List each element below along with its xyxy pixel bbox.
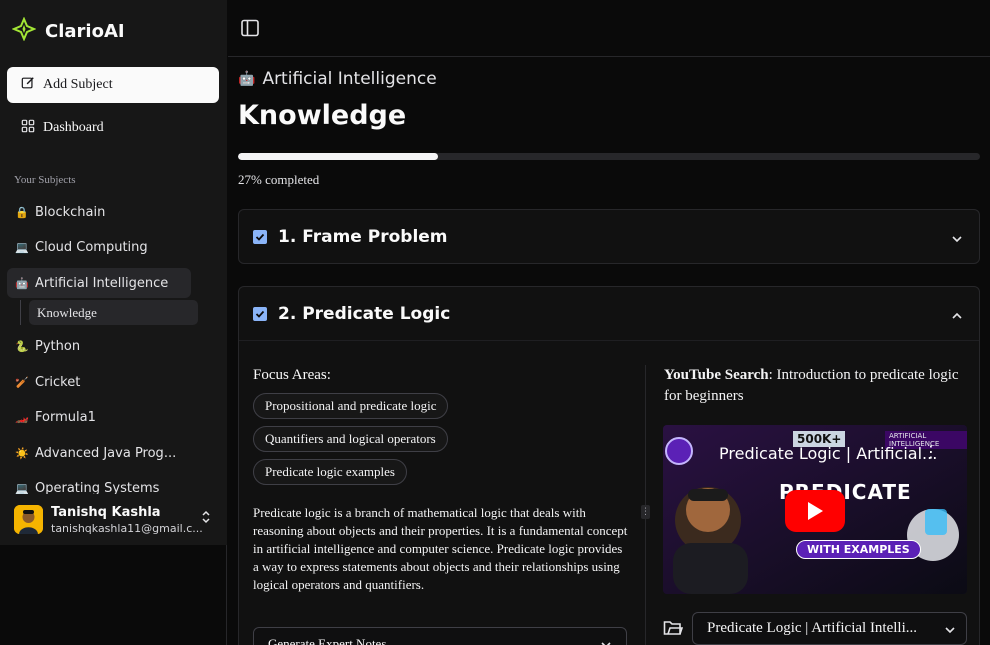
progress-fill bbox=[238, 153, 439, 160]
focus-areas-colon: : bbox=[326, 367, 331, 383]
breadcrumb-subject: Artificial Intelligence bbox=[262, 69, 437, 89]
breadcrumb: 🤖 Artificial Intelligence bbox=[238, 69, 437, 89]
section-title: 2. Predicate Logic bbox=[278, 304, 451, 324]
avatar bbox=[14, 505, 43, 534]
sidebar-item-blockchain[interactable]: 🔒 Blockchain bbox=[7, 197, 191, 227]
youtube-search-title: YouTube Search bbox=[664, 367, 769, 383]
section-title: 1. Frame Problem bbox=[278, 227, 448, 247]
section-predicate-logic: 2. Predicate Logic Focus Areas: Proposit… bbox=[238, 286, 980, 645]
user-name: Tanishq Kashla bbox=[51, 504, 161, 520]
sidebar-item-label: Advanced Java Prog... bbox=[35, 445, 177, 461]
page-title: Knowledge bbox=[238, 100, 407, 131]
sidebar-item-python[interactable]: 🐍 Python bbox=[7, 331, 191, 361]
sidebar-item-dashboard[interactable]: Dashboard bbox=[7, 112, 219, 144]
robot-icon: 🤖 bbox=[15, 276, 29, 290]
subjects-group-label: Your Subjects bbox=[14, 174, 76, 186]
add-subject-button[interactable]: Add Subject bbox=[7, 67, 219, 103]
resize-handle-icon[interactable]: ⋮ bbox=[641, 505, 650, 519]
focus-area-chip: Propositional and predicate logic bbox=[253, 393, 449, 419]
brand-name: ClarioAI bbox=[45, 20, 125, 42]
checkbox[interactable] bbox=[253, 230, 267, 244]
video-title: Predicate Logic | Artificial... bbox=[719, 444, 938, 463]
progress-bar bbox=[238, 153, 980, 160]
chevron-down-icon[interactable] bbox=[951, 230, 963, 249]
folder-open-icon[interactable] bbox=[663, 619, 684, 641]
progress-text: 27% completed bbox=[238, 172, 320, 187]
sidebar-subitem-knowledge[interactable]: Knowledge bbox=[29, 300, 198, 325]
section-header[interactable]: 1. Frame Problem bbox=[253, 210, 448, 264]
play-button[interactable] bbox=[785, 490, 845, 532]
cricket-icon: 🏏 bbox=[15, 375, 29, 389]
section-divider bbox=[239, 340, 979, 341]
youtube-search-label: YouTube Search: Introduction to predicat… bbox=[664, 365, 964, 407]
sun-icon: ☀️ bbox=[15, 446, 29, 460]
chevrons-up-down-icon bbox=[200, 509, 212, 529]
generate-notes-label: Generate Expert Notes bbox=[268, 636, 387, 645]
sidebar-item-label: Formula1 bbox=[35, 409, 96, 425]
checkbox[interactable] bbox=[253, 307, 267, 321]
section-description: Predicate logic is a branch of mathemati… bbox=[253, 505, 628, 592]
play-icon bbox=[808, 502, 823, 520]
snake-icon: 🐍 bbox=[15, 339, 29, 353]
laptop-icon: 💻 bbox=[15, 481, 29, 495]
section-header[interactable]: 2. Predicate Logic bbox=[253, 287, 450, 341]
submenu-line bbox=[20, 300, 21, 325]
dashboard-label: Dashboard bbox=[43, 120, 104, 135]
sidebar-item-cricket[interactable]: 🏏 Cricket bbox=[7, 367, 191, 397]
sidebar: ClarioAI Add Subject Dashboard Your Subj… bbox=[0, 0, 227, 645]
laptop-icon: 💻 bbox=[15, 240, 29, 254]
edit-icon bbox=[21, 76, 35, 94]
chevron-down-icon bbox=[600, 639, 612, 645]
lock-icon: 🔒 bbox=[15, 205, 29, 219]
logo-icon bbox=[11, 16, 37, 45]
sidebar-item-label: Python bbox=[35, 338, 81, 354]
robot-icon: 🤖 bbox=[238, 71, 256, 87]
chevron-down-icon bbox=[944, 624, 956, 641]
user-menu[interactable]: Tanishq Kashla tanishqkashla11@gmail.c..… bbox=[0, 494, 227, 545]
focus-area-chip: Quantifiers and logical operators bbox=[253, 426, 448, 452]
more-vertical-icon[interactable]: ⋮ bbox=[923, 442, 939, 461]
video-thumbnail[interactable]: 500K+ ARTIFICIAL INTELLIGENCE Predicate … bbox=[663, 425, 967, 594]
video-select[interactable]: Predicate Logic | Artificial Intelli... bbox=[692, 612, 967, 645]
user-email: tanishqkashla11@gmail.c... bbox=[51, 521, 203, 535]
sidebar-item-label: Cloud Computing bbox=[35, 239, 148, 255]
grid-icon bbox=[21, 119, 35, 138]
section-frame-problem: 1. Frame Problem bbox=[238, 209, 980, 264]
sidebar-item-label: Blockchain bbox=[35, 204, 106, 220]
sidebar-item-advanced-java[interactable]: ☀️ Advanced Java Prog... bbox=[7, 438, 191, 468]
sidebar-item-formula1[interactable]: 🏎️ Formula1 bbox=[7, 402, 191, 432]
focus-areas-title: Focus Areas bbox=[253, 367, 327, 383]
sidebar-item-cloud-computing[interactable]: 💻 Cloud Computing bbox=[7, 232, 191, 262]
focus-areas-label: Focus Areas: bbox=[253, 367, 331, 384]
sidebar-item-artificial-intelligence[interactable]: 🤖 Artificial Intelligence bbox=[7, 268, 191, 298]
sidebar-panel: ClarioAI Add Subject Dashboard Your Subj… bbox=[0, 0, 227, 545]
thumbnail-badge: WITH EXAMPLES bbox=[796, 540, 921, 559]
generate-notes-button[interactable]: Generate Expert Notes bbox=[253, 627, 627, 645]
topbar bbox=[228, 0, 990, 57]
brand[interactable]: ClarioAI bbox=[11, 16, 125, 45]
video-select-value: Predicate Logic | Artificial Intelli... bbox=[707, 620, 918, 636]
sidebar-item-label: Cricket bbox=[35, 374, 81, 390]
focus-area-chip: Predicate logic examples bbox=[253, 459, 407, 485]
chevron-up-icon[interactable] bbox=[951, 307, 963, 326]
race-car-icon: 🏎️ bbox=[15, 410, 29, 424]
sidebar-item-label: Artificial Intelligence bbox=[35, 275, 169, 291]
add-subject-label: Add Subject bbox=[43, 77, 113, 92]
sidebar-toggle-icon[interactable] bbox=[240, 18, 260, 42]
